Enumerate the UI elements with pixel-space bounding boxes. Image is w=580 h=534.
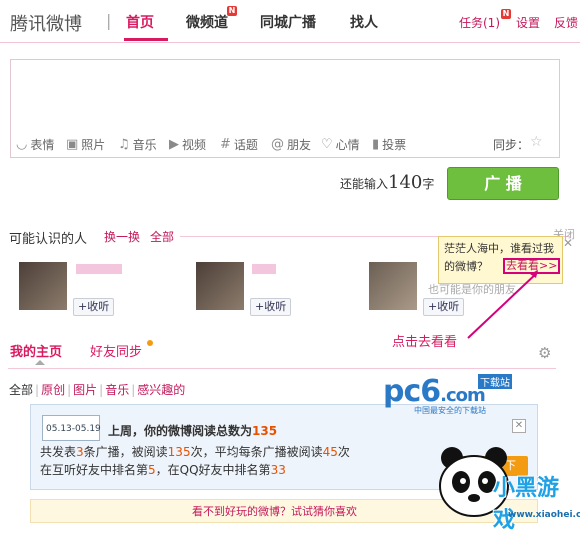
txt: 次 (337, 445, 350, 459)
star-icon[interactable]: ☆ (530, 134, 543, 150)
music-icon: ♫ (118, 137, 130, 152)
gear-icon[interactable]: ⚙ (538, 344, 551, 362)
close-icon[interactable]: ✕ (563, 236, 573, 250)
sync-label: 同步： (493, 138, 530, 152)
smile-icon: ◡ (16, 137, 28, 152)
report-line-2: 在互听好友中排名第5，在QQ好友中排名第33 (40, 461, 286, 478)
tasks-link[interactable]: 任务(1) (459, 14, 500, 31)
filter-interest[interactable]: 感兴趣的 (137, 383, 185, 397)
settings-link[interactable]: 设置 (516, 14, 540, 31)
char-counter: 还能输入140字 (340, 172, 434, 193)
report-date: 05.13-05.19 (46, 424, 101, 434)
tool-label: 音乐 (132, 138, 157, 152)
brand-logo[interactable]: 腾讯微博 (10, 10, 82, 36)
tool-label: 投票 (382, 138, 407, 152)
avatar[interactable] (196, 262, 244, 310)
txt: 在互听好友中排名第 (40, 463, 149, 477)
counter-prefix: 还能输入 (340, 177, 389, 191)
report-title: 上周，你的微博阅读总数为135 (108, 422, 277, 439)
tool-vote[interactable]: ▮ 投票 (372, 136, 406, 153)
tool-label: 表情 (30, 138, 55, 152)
tool-label: 心情 (335, 138, 360, 152)
brand-separator: | (106, 11, 112, 30)
nav-city[interactable]: 同城广播 (260, 12, 316, 32)
num: 3 (76, 445, 84, 459)
tab-friend-sync[interactable]: 好友同步 (90, 341, 142, 360)
tool-topic[interactable]: # 话题 (220, 136, 258, 153)
counter-suffix: 字 (422, 177, 435, 191)
tool-mood[interactable]: ♡ 心情 (321, 136, 360, 153)
filter-all[interactable]: 全部 (9, 383, 33, 397)
pymk-refresh-link[interactable]: 换一换 (104, 228, 140, 245)
tasks-new-badge: N (501, 9, 511, 19)
user-name-blurred[interactable] (252, 264, 276, 274)
num: 33 (270, 463, 286, 477)
pc6-watermark: pc6.com (383, 374, 486, 409)
heart-icon: ♡ (321, 137, 333, 152)
photo-icon: ▣ (66, 137, 79, 152)
nav-home[interactable]: 首页 (126, 12, 154, 32)
annotation-arrow (467, 270, 539, 339)
txt: ，在QQ好友中排名第 (155, 463, 271, 477)
tool-label: 话题 (233, 138, 258, 152)
follow-button[interactable]: +收听 (250, 298, 292, 316)
filter-original[interactable]: 原创 (41, 383, 65, 397)
avatar[interactable] (19, 262, 67, 310)
nav-channel[interactable]: 微频道 (186, 12, 228, 32)
user-name-blurred[interactable] (76, 264, 122, 274)
pc6-subtitle: 中国最安全的下载站 (414, 406, 486, 415)
new-dot (147, 340, 153, 346)
tool-label: 照片 (81, 138, 106, 152)
close-icon[interactable]: ✕ (512, 419, 526, 433)
xiaohei-url: www.xiaohei.com (508, 510, 580, 520)
new-badge: N (227, 6, 237, 16)
report-total: 135 (252, 424, 278, 438)
guess-you-like-link[interactable]: 看不到好玩的微博？试试猜你喜欢 (192, 503, 357, 519)
num: 5 (148, 463, 156, 477)
filter-music[interactable]: 音乐 (105, 383, 129, 397)
num: 45 (322, 445, 338, 459)
annotation-note: 点击去看看 (392, 335, 458, 350)
counter-number: 140 (388, 172, 423, 193)
pymk-all-link[interactable]: 全部 (150, 228, 174, 245)
feedback-link[interactable]: 反馈 (554, 14, 578, 31)
caret-up-icon (35, 360, 45, 365)
at-icon: @ (271, 137, 284, 152)
tool-mention[interactable]: @ 朋友 (271, 136, 311, 153)
follow-button[interactable]: +收听 (73, 298, 115, 316)
tab-divider (8, 368, 556, 369)
tool-label: 视频 (182, 138, 207, 152)
report-line-1: 共发表3条广播，被阅读135次，平均每条广播被阅读45次 (40, 443, 350, 460)
tab-my-home[interactable]: 我的主页 (10, 341, 62, 360)
wm: pc6 (383, 374, 441, 409)
pymk-title: 可能认识的人 (9, 232, 88, 247)
tool-label: 朋友 (287, 138, 312, 152)
nav-find-people[interactable]: 找人 (350, 12, 378, 32)
num: 135 (167, 445, 191, 459)
report-title-text: 上周，你的微博阅读总数为 (108, 424, 253, 438)
txt: 条广播，被阅读 (83, 445, 168, 459)
hash-icon: # (220, 137, 231, 152)
pc6-tag: 下载站 (478, 374, 512, 389)
tool-photo[interactable]: ▣ 照片 (66, 136, 105, 153)
feed-filters: 全部 | 原创 | 图片 | 音乐 | 感兴趣的 (9, 383, 186, 397)
filter-images[interactable]: 图片 (73, 383, 97, 397)
poll-icon: ▮ (372, 137, 380, 152)
tool-music[interactable]: ♫ 音乐 (118, 136, 157, 153)
xiaohei-logo-text: 小黑游戏 (493, 476, 560, 533)
avatar[interactable] (369, 262, 417, 310)
tool-video[interactable]: ▶ 视频 (169, 136, 206, 153)
txt: 次，平均每条广播被阅读 (190, 445, 323, 459)
nav-home-underline (124, 38, 168, 41)
tool-emoji[interactable]: ◡ 表情 (16, 136, 54, 153)
broadcast-button[interactable]: 广 播 (447, 167, 559, 200)
video-icon: ▶ (169, 137, 179, 152)
txt: 共发表 (40, 445, 77, 459)
